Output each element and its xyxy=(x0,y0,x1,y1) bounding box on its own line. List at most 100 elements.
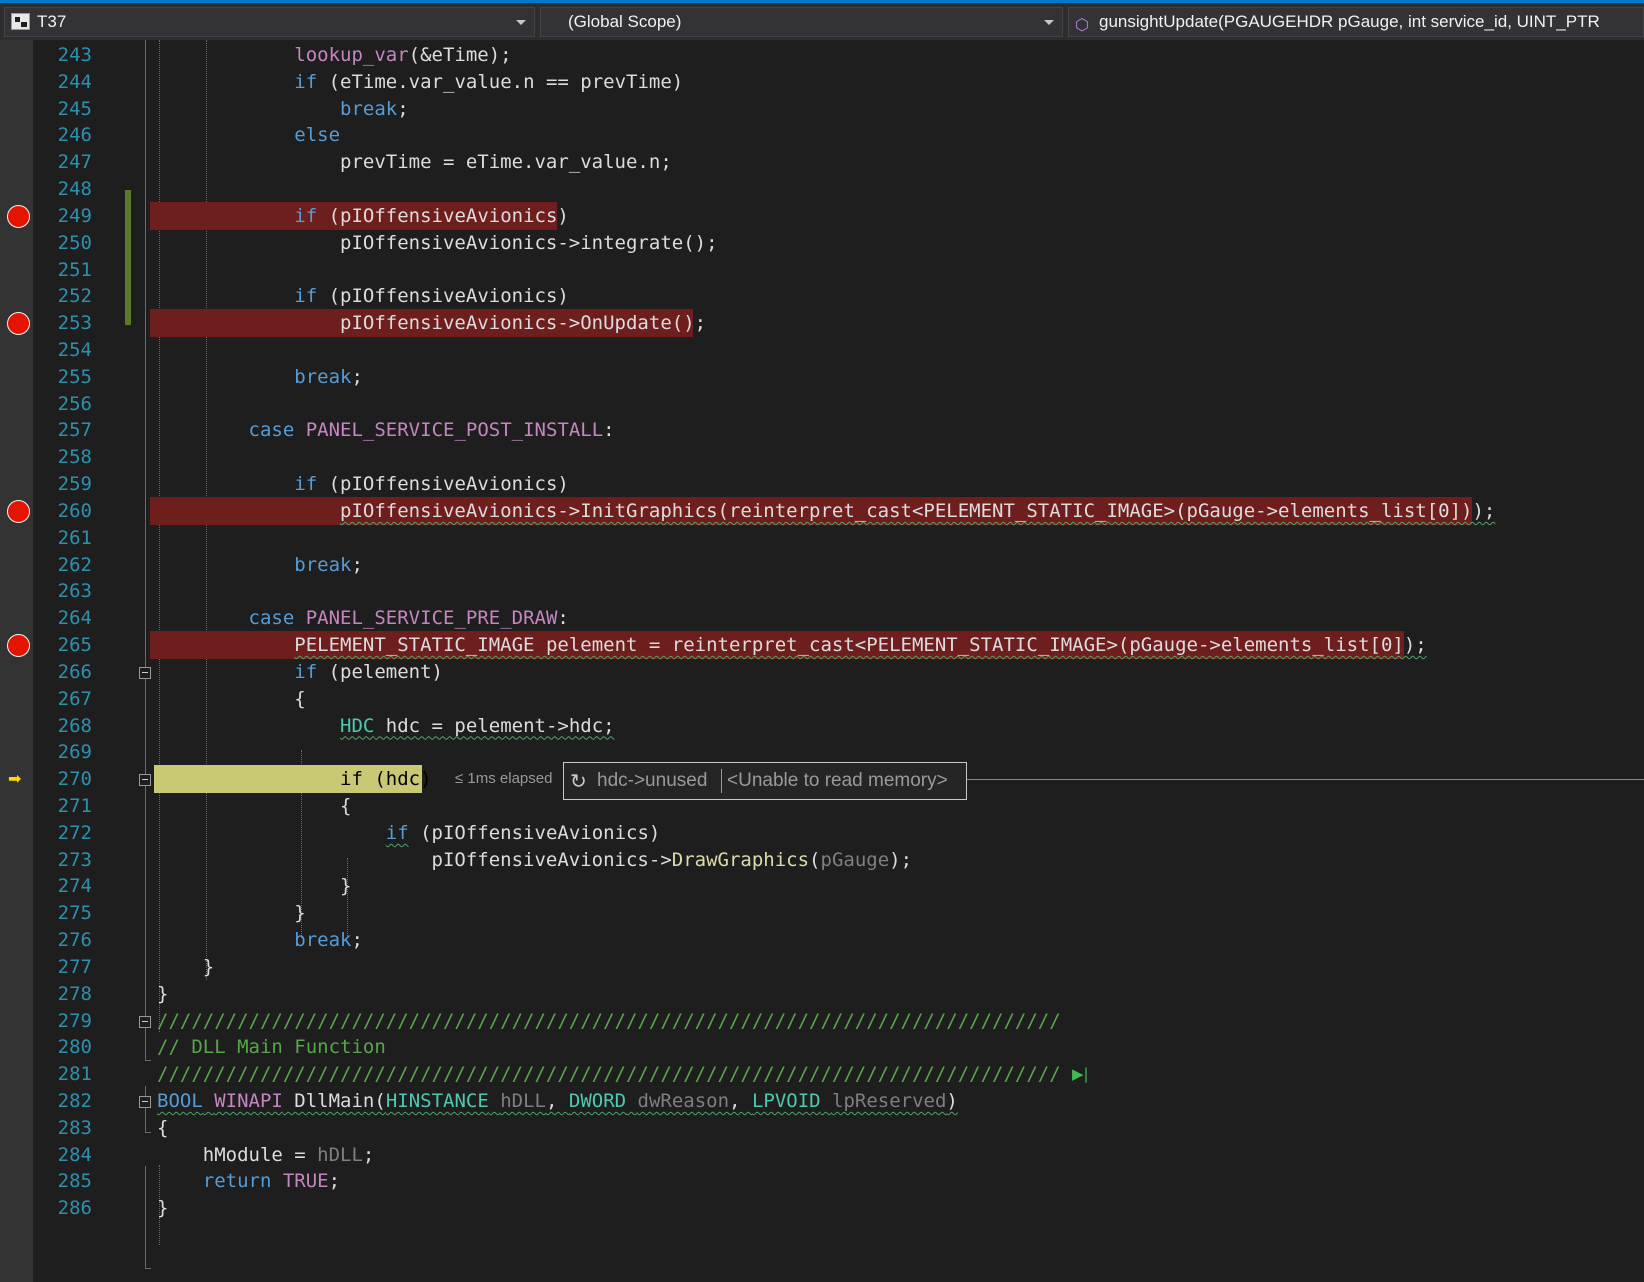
line-number: 250 xyxy=(57,231,92,254)
code-line[interactable]: 253 pIOffensiveAvionics->OnUpdate(); xyxy=(0,309,1644,338)
code-line[interactable]: 268 HDC hdc = pelement->hdc; xyxy=(0,712,1644,740)
code-line[interactable]: 254 xyxy=(0,336,1644,364)
collapse-toggle-icon[interactable] xyxy=(139,1015,151,1028)
code-line[interactable]: 285 return TRUE; xyxy=(0,1167,1644,1195)
code-text: pIOffensiveAvionics->integrate(); xyxy=(157,231,718,254)
line-number: 257 xyxy=(57,419,92,442)
line-number: 266 xyxy=(57,660,92,683)
line-number: 260 xyxy=(57,499,92,522)
code-line[interactable]: 278} xyxy=(0,980,1644,1008)
code-line[interactable]: 250 pIOffensiveAvionics->integrate(); xyxy=(0,229,1644,257)
line-number: 279 xyxy=(57,1009,92,1032)
code-line[interactable]: 261 xyxy=(0,524,1644,552)
line-number: 261 xyxy=(57,526,92,549)
line-number: 269 xyxy=(57,741,92,764)
code-line[interactable]: 244 if (eTime.var_value.n == prevTime) xyxy=(0,68,1644,96)
breakpoint-icon[interactable] xyxy=(7,499,30,523)
line-number: 271 xyxy=(57,794,92,817)
function-name: gunsightUpdate(PGAUGEHDR pGauge, int ser… xyxy=(1099,12,1600,31)
code-line[interactable]: 264 case PANEL_SERVICE_PRE_DRAW: xyxy=(0,604,1644,632)
line-number: 249 xyxy=(57,204,92,227)
code-line[interactable]: 247 prevTime = eTime.var_value.n; xyxy=(0,148,1644,176)
code-line[interactable]: 281 /////////////////////////////////////… xyxy=(0,1060,1644,1088)
chevron-down-icon xyxy=(1044,20,1054,25)
code-line[interactable]: 286} xyxy=(0,1194,1644,1222)
code-line[interactable]: 256 xyxy=(0,390,1644,418)
collapse-toggle-icon[interactable] xyxy=(139,666,151,679)
code-line[interactable]: 257 case PANEL_SERVICE_POST_INSTALL: xyxy=(0,416,1644,444)
code-line[interactable]: 284 hModule = hDLL; xyxy=(0,1141,1644,1169)
scope-dropdown[interactable]: (Global Scope) xyxy=(540,7,1063,37)
line-number: 247 xyxy=(57,151,92,174)
outline-end xyxy=(145,1268,151,1269)
code-line[interactable]: 273 pIOffensiveAvionics->DrawGraphics(pG… xyxy=(0,846,1644,874)
code-line[interactable]: 246 else xyxy=(0,121,1644,149)
code-line[interactable]: 255 break; xyxy=(0,363,1644,391)
code-line[interactable]: 263 xyxy=(0,577,1644,605)
line-number: 256 xyxy=(57,392,92,415)
code-line[interactable]: 283 { xyxy=(0,1114,1644,1142)
code-line[interactable]: ➡ 270 if (hdc) ≤ 1ms elapsed ↻ hdc->unused <U… xyxy=(0,762,1644,801)
chevron-down-icon xyxy=(516,20,526,25)
code-line[interactable]: 282 BOOL WINAPI DllMain(HINSTANCE hDLL, D… xyxy=(0,1087,1644,1115)
code-line[interactable]: 245 break; xyxy=(0,95,1644,123)
scope-name: (Global Scope) xyxy=(568,12,682,31)
breakpoint-icon[interactable] xyxy=(7,634,30,658)
code-text: break; xyxy=(340,97,409,120)
code-text: pIOffensiveAvionics->DrawGraphics(pGauge… xyxy=(157,848,913,871)
line-number: 267 xyxy=(57,687,92,710)
line-number: 281 xyxy=(57,1063,92,1086)
code-text: } xyxy=(157,982,169,1005)
code-text: pIOffensiveAvionics->OnUpdate(); xyxy=(157,312,707,335)
project-dropdown[interactable]: T37 xyxy=(4,7,535,37)
code-text: } xyxy=(157,955,215,978)
code-line[interactable]: 276 break; xyxy=(0,926,1644,954)
code-line[interactable]: 252 if (pIOffensiveAvionics) xyxy=(0,282,1644,310)
code-line[interactable]: 271 { xyxy=(0,792,1644,820)
line-number: 254 xyxy=(57,339,92,362)
collapse-toggle-icon[interactable] xyxy=(139,774,151,787)
line-number: 255 xyxy=(57,365,92,388)
code-line[interactable]: 280 // DLL Main Function xyxy=(0,1033,1644,1061)
code-line[interactable]: 260 pIOffensiveAvionics->InitGraphics(re… xyxy=(0,496,1644,525)
code-line[interactable]: 243 lookup_var(&eTime); xyxy=(0,41,1644,69)
code-line[interactable]: 267 { xyxy=(0,685,1644,713)
code-line[interactable]: 275 } xyxy=(0,899,1644,927)
function-dropdown[interactable]: ⬡ gunsightUpdate(PGAUGEHDR pGauge, int s… xyxy=(1068,7,1644,37)
code-text: ////////////////////////////////////////… xyxy=(157,1063,1061,1086)
code-line[interactable]: 265 PELEMENT_STATIC_IMAGE pelement = rei… xyxy=(0,631,1644,660)
code-line[interactable]: 277 } xyxy=(0,953,1644,981)
code-text: pIOffensiveAvionics->InitGraphics(reinte… xyxy=(340,499,1496,522)
code-line[interactable]: 259 if (pIOffensiveAvionics) xyxy=(0,470,1644,498)
code-line[interactable]: 258 xyxy=(0,443,1644,471)
line-number: 280 xyxy=(57,1036,92,1059)
breakpoint-icon[interactable] xyxy=(7,204,30,228)
code-line[interactable]: 272 if (pIOffensiveAvionics) xyxy=(0,819,1644,847)
code-line[interactable]: 249 if (pIOffensiveAvionics) xyxy=(0,201,1644,230)
code-line[interactable]: 266 if (pelement) xyxy=(0,658,1644,686)
line-number: 274 xyxy=(57,875,92,898)
code-text: return TRUE; xyxy=(202,1170,341,1193)
project-name: T37 xyxy=(37,12,67,31)
breakpoint-icon[interactable] xyxy=(7,312,30,336)
code-line[interactable]: 262 break; xyxy=(0,551,1644,579)
line-number: 268 xyxy=(57,714,92,737)
instruction-pointer-icon[interactable]: ➡ xyxy=(8,770,21,788)
run-to-cursor-icon[interactable]: ▶| xyxy=(1072,1065,1089,1083)
code-line[interactable]: 248 xyxy=(0,175,1644,203)
code-line[interactable]: 279 /////////////////////////////////////… xyxy=(0,1007,1644,1035)
perf-tip[interactable]: ≤ 1ms elapsed xyxy=(455,769,552,789)
line-number: 253 xyxy=(57,312,92,335)
code-text: lookup_var(&eTime); xyxy=(294,44,512,66)
line-number: 278 xyxy=(57,982,92,1005)
code-text: if (hdc) xyxy=(340,768,432,791)
code-text: } xyxy=(157,902,306,925)
code-text: { xyxy=(157,1116,169,1139)
collapse-toggle-icon[interactable] xyxy=(139,1095,151,1108)
line-number: 263 xyxy=(57,580,92,603)
code-text: ////////////////////////////////////////… xyxy=(157,1009,1061,1032)
code-line[interactable]: 274 } xyxy=(0,872,1644,900)
line-number: 246 xyxy=(57,124,92,147)
code-line[interactable]: 251 xyxy=(0,256,1644,284)
code-editor[interactable]: 243 lookup_var(&eTime); 244 if (eTime.var… xyxy=(0,40,1644,1282)
